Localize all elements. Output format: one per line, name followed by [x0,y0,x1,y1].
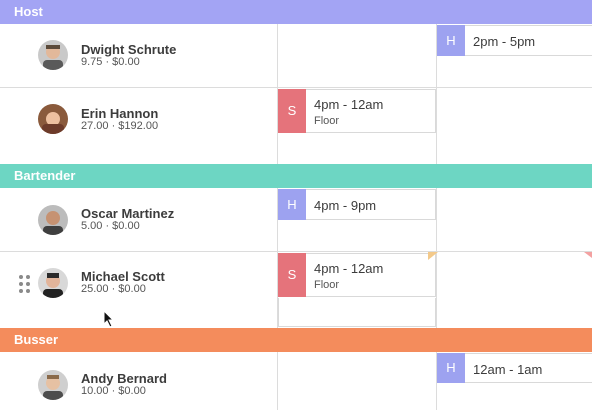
shift-badge: S [278,89,306,133]
shift-badge: S [278,253,306,297]
employee-cell-oscar[interactable]: Oscar Martinez 5.00 · $0.00 [0,188,277,252]
employee-cell-andy[interactable]: Andy Bernard 10.00 · $0.00 [0,352,277,410]
employee-row-dwight[interactable]: Dwight Schrute 9.75 · $0.00 H 2pm - 5pm [0,24,592,88]
drop-indicator-icon [584,252,592,258]
mouse-cursor-icon [103,310,115,328]
employee-name: Michael Scott [81,269,165,284]
employee-row-andy[interactable]: Andy Bernard 10.00 · $0.00 H 12am - 1am [0,352,592,410]
shift-time: 12am - 1am [473,362,543,377]
avatar [38,104,68,134]
employee-stats: 25.00 · $0.00 [81,283,146,295]
employee-name: Andy Bernard [81,371,167,386]
shift-role: Floor [314,115,340,127]
empty-slot[interactable] [278,298,436,327]
shift-card[interactable]: H 2pm - 5pm [437,25,592,56]
employee-stats: 9.75 · $0.00 [81,56,140,68]
shift-badge: H [278,189,306,220]
employee-cell-erin[interactable]: Erin Hannon 27.00 · $192.00 [0,88,277,164]
shift-card[interactable]: S 4pm - 12am Floor [278,253,436,297]
avatar [38,268,68,298]
group-header-busser: Busser [0,328,592,352]
shift-time: 4pm - 9pm [314,198,377,213]
employee-row-oscar[interactable]: Oscar Martinez 5.00 · $0.00 H 4pm - 9pm [0,188,592,252]
shift-card[interactable]: H 12am - 1am [437,353,592,383]
shift-card[interactable]: S 4pm - 12am Floor [278,89,436,133]
employee-row-erin[interactable]: Erin Hannon 27.00 · $192.00 S 4pm - 12am… [0,88,592,164]
shift-badge: H [437,353,465,383]
avatar [38,205,68,235]
shift-time: 4pm - 12am [314,261,384,276]
employee-stats: 10.00 · $0.00 [81,385,146,397]
employee-cell-michael[interactable]: Michael Scott 25.00 · $0.00 [0,252,277,328]
employee-name: Oscar Martinez [81,206,175,221]
employee-name: Dwight Schrute [81,42,177,57]
employee-stats: 5.00 · $0.00 [81,220,140,232]
shift-role: Floor [314,279,340,291]
employee-stats: 27.00 · $192.00 [81,120,159,132]
shift-time: 4pm - 12am [314,97,384,112]
avatar [38,370,68,400]
shift-time: 2pm - 5pm [473,34,536,49]
shift-card[interactable]: H 4pm - 9pm [278,189,436,220]
shift-badge: H [437,25,465,56]
avatar [38,40,68,70]
drop-indicator-icon [428,252,438,260]
employee-cell-dwight[interactable]: Dwight Schrute 9.75 · $0.00 [0,24,277,88]
group-header-bartender: Bartender [0,164,592,188]
employee-row-michael[interactable]: Michael Scott 25.00 · $0.00 S 4pm - 12am… [0,252,592,328]
employee-name: Erin Hannon [81,106,159,121]
group-header-host: Host [0,0,592,24]
